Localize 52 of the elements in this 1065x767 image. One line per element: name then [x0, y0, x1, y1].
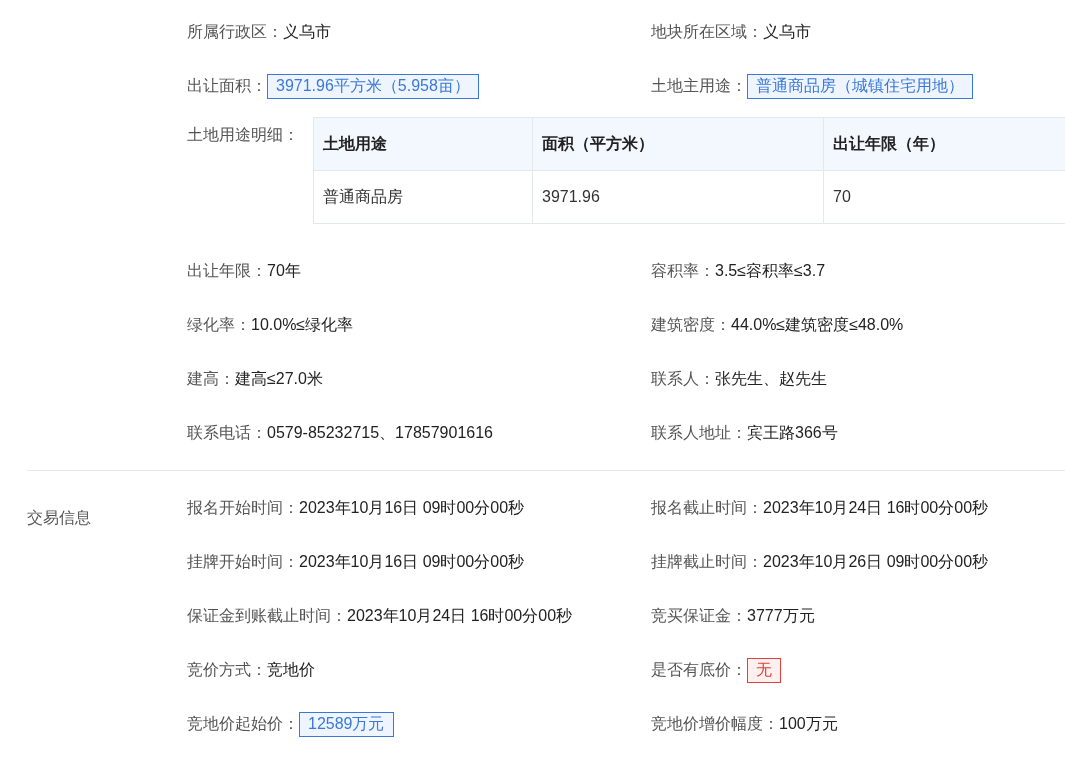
field-value: 义乌市 [763, 21, 811, 42]
field-label: 建高： [187, 368, 235, 389]
field-value: 张先生、赵先生 [715, 368, 827, 389]
table-label: 土地用途明细： [187, 125, 300, 145]
field-label: 是否有底价： [651, 659, 747, 680]
field-value: 2023年10月16日 09时00分00秒 [299, 497, 525, 518]
field-value: 44.0%≤建筑密度≤48.0% [731, 314, 904, 335]
field-label: 所属行政区： [187, 21, 283, 42]
field-value: 义乌市 [283, 21, 331, 42]
field-label: 挂牌截止时间： [651, 551, 763, 572]
field-value: 70年 [267, 260, 301, 281]
field-value: 2023年10月16日 09时00分00秒 [299, 551, 525, 572]
field-value: 0579-85232715、17857901616 [267, 422, 493, 443]
field-label: 报名开始时间： [187, 497, 299, 518]
field-label: 容积率： [651, 260, 715, 281]
field-value: 宾王路366号 [747, 422, 838, 443]
field-value: 100万元 [779, 713, 838, 734]
field-label: 绿化率： [187, 314, 251, 335]
value-tag: 普通商品房（城镇住宅用地） [747, 73, 973, 99]
field-value: 2023年10月26日 09时00分00秒 [763, 551, 989, 572]
field-label: 竞价方式： [187, 659, 267, 680]
field-value: 3777万元 [747, 605, 815, 626]
field-label: 地块所在区域： [651, 21, 763, 42]
table-cell: 普通商品房 [313, 170, 533, 224]
field-label: 出让面积： [187, 75, 267, 96]
field-label: 联系人： [651, 368, 715, 389]
field-label: 出让年限： [187, 260, 267, 281]
field-value: 2023年10月24日 16时00分00秒 [763, 497, 989, 518]
value-tag: 3971.96平方米（5.958亩） [267, 73, 479, 99]
table-cell: 70 [823, 170, 1065, 224]
field-value: 3.5≤容积率≤3.7 [715, 260, 826, 281]
field-value: 2023年10月24日 16时00分00秒 [347, 605, 573, 626]
value-tag: 无 [747, 657, 781, 683]
field-label: 联系人地址： [651, 422, 747, 443]
section-title: 交易信息 [26, 508, 92, 528]
column-header: 面积（平方米） [532, 117, 824, 171]
field-value: 建高≤27.0米 [235, 368, 323, 389]
field-label: 土地主用途： [651, 75, 747, 96]
field-label: 竞地价起始价： [187, 713, 299, 734]
value-tag: 12589万元 [299, 711, 394, 737]
field-value: 10.0%≤绿化率 [251, 314, 354, 335]
column-header: 出让年限（年） [823, 117, 1065, 171]
field-label: 挂牌开始时间： [187, 551, 299, 572]
table-cell: 3971.96 [532, 170, 824, 224]
field-label: 竞地价增价幅度： [651, 713, 779, 734]
field-label: 竞买保证金： [651, 605, 747, 626]
field-value: 竞地价 [267, 659, 315, 680]
field-label: 报名截止时间： [651, 497, 763, 518]
field-label: 保证金到账截止时间： [187, 605, 347, 626]
column-header: 土地用途 [313, 117, 533, 171]
field-label: 联系电话： [187, 422, 267, 443]
field-label: 建筑密度： [651, 314, 731, 335]
